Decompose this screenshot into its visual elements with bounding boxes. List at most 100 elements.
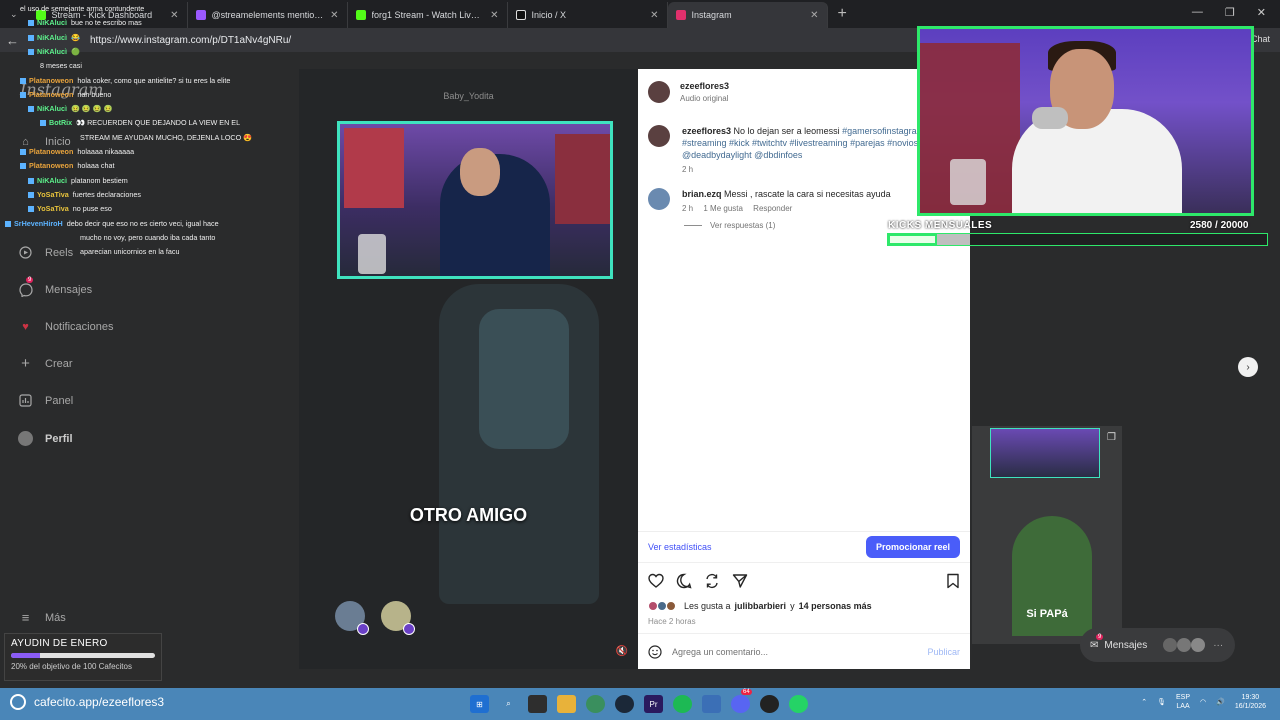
close-icon[interactable]: ✕ (810, 10, 818, 21)
repost-icon[interactable] (704, 573, 720, 589)
comments-list: ezeeflores3 No lo dejan ser a leomessi #… (648, 125, 960, 230)
comment-username[interactable]: ezeeflores3 (682, 126, 731, 136)
view-stats-link[interactable]: Ver estadísticas (648, 542, 712, 552)
share-send-icon[interactable] (732, 573, 748, 589)
volume-icon[interactable]: 🔊 (1216, 698, 1225, 706)
chevron-up-icon[interactable]: ⌃ (1141, 698, 1147, 706)
sidebar-item-label: Mensajes (45, 283, 93, 296)
language-top: ESP (1176, 694, 1191, 701)
reply-button[interactable]: Responder (753, 204, 792, 213)
likes-summary[interactable]: Les gusta a julibbarbieri y 14 personas … (648, 601, 872, 611)
next-reel-preview[interactable]: ❐ Si PAPá (972, 426, 1122, 644)
goal-progress-bar (11, 653, 155, 658)
windows-start-icon[interactable]: ⊞ (470, 695, 489, 713)
chat-badge-icon (20, 163, 26, 170)
reel-video[interactable]: Baby_Yodita OTRO AMIGO 🔇 (299, 69, 638, 669)
likes-user[interactable]: julibbarbieri (735, 601, 787, 611)
promote-reel-button[interactable]: Promocionar reel (865, 536, 960, 558)
avatar[interactable] (648, 125, 670, 147)
chat-message: NiKAlucì 🤢 🤢 🤢 🤢 (28, 102, 113, 116)
sidebar-item-mas[interactable]: ≡ Más (18, 610, 66, 625)
video-caption: OTRO AMIGO (409, 505, 528, 525)
author-username[interactable]: ezeeflores3 (680, 81, 729, 91)
tab-instagram[interactable]: Instagram ✕ (667, 2, 828, 28)
close-icon[interactable]: ✕ (330, 10, 338, 21)
file-explorer-icon[interactable] (557, 695, 576, 713)
chat-message: el uso de semejante arma contundente (20, 2, 144, 16)
search-icon[interactable]: ⌕ (499, 695, 518, 713)
windows-taskbar: cafecito.app/ezeeflores3 ⊞ ⌕ Pr 64 ⌃ 🎙 E… (0, 688, 1280, 720)
post-header: ezeeflores3 Audio original (648, 81, 729, 103)
kicks-progress-bar (887, 233, 1268, 246)
avatar[interactable] (648, 188, 670, 210)
task-view-icon[interactable] (528, 695, 547, 713)
comment-like-count[interactable]: 1 Me gusta (703, 204, 743, 213)
caption-text: No lo dejan ser a leomessi (733, 126, 840, 136)
app-icon[interactable] (702, 695, 721, 713)
close-window-icon[interactable]: ✕ (1257, 6, 1266, 19)
notification-badge: 64 (741, 689, 752, 695)
avatar (1191, 638, 1206, 652)
emoji-icon[interactable] (648, 644, 662, 659)
new-tab-plus-icon[interactable]: + (828, 5, 857, 23)
chat-message: YoSaTiva no puse eso (28, 202, 112, 216)
microphone-shape (1032, 107, 1068, 129)
close-icon[interactable]: ✕ (650, 10, 658, 21)
chat-message: YoSaTiva fuertes declaraciones (28, 188, 141, 202)
premiere-icon[interactable]: Pr (644, 695, 663, 713)
comment-bubble-icon[interactable] (676, 573, 692, 589)
tab-x[interactable]: Inicio / X ✕ (508, 2, 668, 28)
clock[interactable]: 19:30 16/1/2026 (1235, 693, 1266, 711)
next-post-chevron-icon[interactable]: › (1238, 357, 1258, 377)
avatar (1163, 638, 1178, 652)
post-actions (648, 573, 960, 589)
discord-icon[interactable]: 64 (731, 689, 752, 713)
chat-username: Platanoweon (29, 147, 74, 156)
chat-text: nah bueno (77, 89, 112, 99)
spotify-icon[interactable] (673, 695, 692, 713)
like-heart-icon[interactable] (648, 573, 664, 589)
obs-icon[interactable] (760, 695, 779, 713)
sidebar-item-panel[interactable]: Panel (18, 393, 73, 408)
likes-others[interactable]: 14 personas más (799, 601, 872, 611)
comment-username[interactable]: brian.ezq (682, 189, 722, 199)
mute-icon[interactable]: 🔇 (616, 646, 628, 657)
chat-badge-icon (28, 177, 34, 184)
comment-input[interactable]: Agrega un comentario... (672, 647, 917, 657)
collab-avatar[interactable] (335, 601, 369, 635)
publish-button[interactable]: Publicar (927, 647, 960, 657)
microphone-icon[interactable]: 🎙 (1157, 698, 1166, 706)
chrome-icon[interactable] (586, 695, 605, 713)
messages-floating-button[interactable]: ✉ 9 Mensajes ··· (1080, 628, 1235, 662)
avatar[interactable] (648, 81, 670, 103)
dashboard-icon (18, 393, 33, 408)
close-icon[interactable]: ✕ (490, 10, 498, 21)
sidebar-item-mensajes[interactable]: 9 Mensajes (18, 277, 93, 297)
chat-badge-icon (5, 220, 11, 227)
avatar (666, 601, 676, 611)
language-indicator[interactable]: ESP LAA (1176, 693, 1190, 711)
goal-title: AYUDIN DE ENERO (11, 638, 108, 649)
collab-avatar[interactable] (381, 601, 415, 635)
messenger-icon: 9 (18, 277, 34, 297)
whatsapp-icon[interactable] (789, 695, 808, 713)
chat-username: NiKAlucì (37, 32, 67, 42)
steam-icon[interactable] (615, 695, 634, 713)
wifi-icon[interactable]: ◠ (1200, 698, 1206, 706)
head-shape (460, 148, 500, 196)
sidebar-item-notificaciones[interactable]: ♥ Notificaciones (18, 319, 113, 334)
sidebar-item-perfil[interactable]: Perfil (18, 431, 73, 446)
tab-kick-forg1[interactable]: forg1 Stream - Watch Live on Kick ✕ (348, 2, 508, 28)
sidebar-item-crear[interactable]: + Crear (18, 355, 72, 372)
heart-icon: ♥ (22, 320, 29, 333)
chat-text: bue no te escribo mas (70, 18, 142, 28)
maximize-icon[interactable]: ❐ (1225, 6, 1235, 19)
chat-message: NiKAlucì 🟢 (28, 45, 80, 59)
minimize-icon[interactable]: — (1192, 6, 1203, 19)
sidebar-item-label: Más (45, 611, 66, 624)
bookmark-icon[interactable] (946, 573, 960, 589)
divider (684, 225, 702, 226)
audio-label[interactable]: Audio original (680, 94, 729, 103)
chat-badge-icon (20, 77, 26, 84)
list-item: brian.ezq Messi , rascate la cara si nec… (648, 188, 960, 213)
